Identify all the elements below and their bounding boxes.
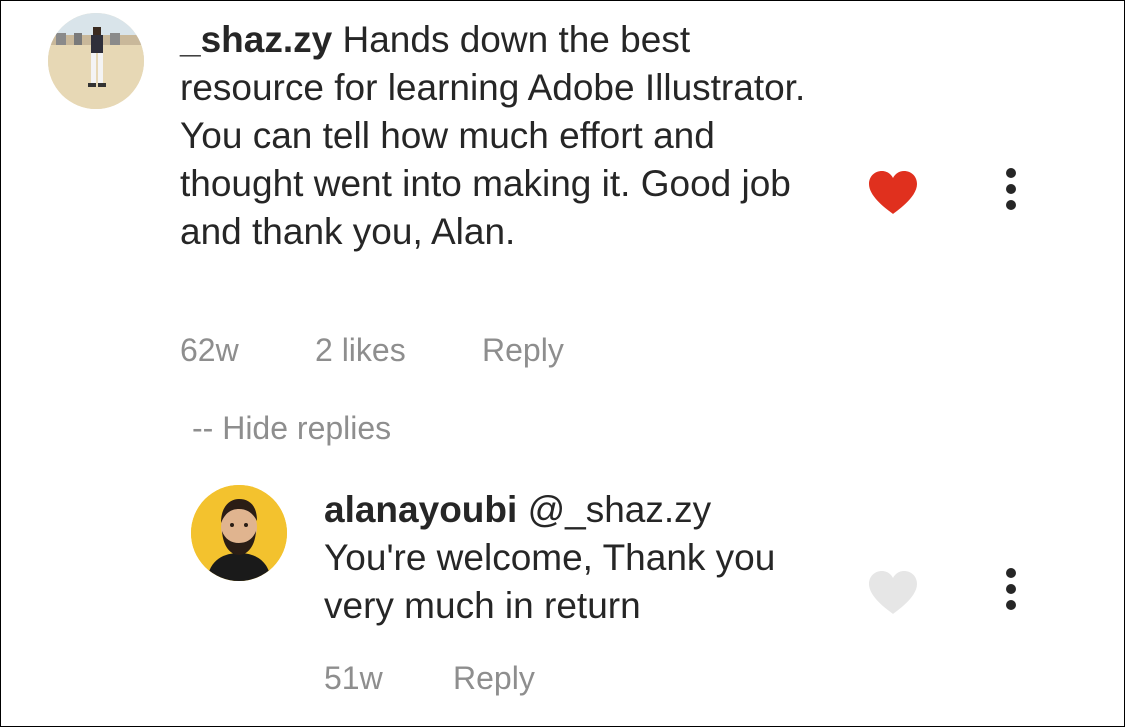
comment-likes-count[interactable]: 2 likes — [315, 330, 406, 370]
reply-username[interactable]: alanayoubi — [324, 489, 517, 530]
reply-reply-button[interactable]: Reply — [453, 658, 535, 698]
comment-username[interactable]: _shaz.zy — [180, 19, 332, 60]
avatar-photo — [191, 485, 287, 581]
reply-mention[interactable]: @_shaz.zy — [528, 489, 712, 530]
more-options-icon[interactable] — [1001, 568, 1021, 616]
heart-icon[interactable] — [867, 570, 919, 616]
more-options-icon[interactable] — [1001, 168, 1021, 216]
comment-time: 62w — [180, 332, 239, 368]
avatar-photo — [48, 13, 144, 109]
comment-body: _shaz.zy Hands down the best resource fo… — [180, 16, 830, 256]
heart-icon[interactable] — [867, 170, 919, 216]
avatar[interactable] — [48, 13, 144, 109]
hide-replies-button[interactable]: -- Hide replies — [192, 408, 391, 448]
reply-body: alanayoubi @_shaz.zy You're welcome, Tha… — [324, 486, 804, 630]
comment-reply-button[interactable]: Reply — [482, 330, 564, 370]
reply-text: You're welcome, Thank you very much in r… — [324, 537, 776, 626]
avatar[interactable] — [191, 485, 287, 581]
reply-time: 51w — [324, 660, 383, 696]
